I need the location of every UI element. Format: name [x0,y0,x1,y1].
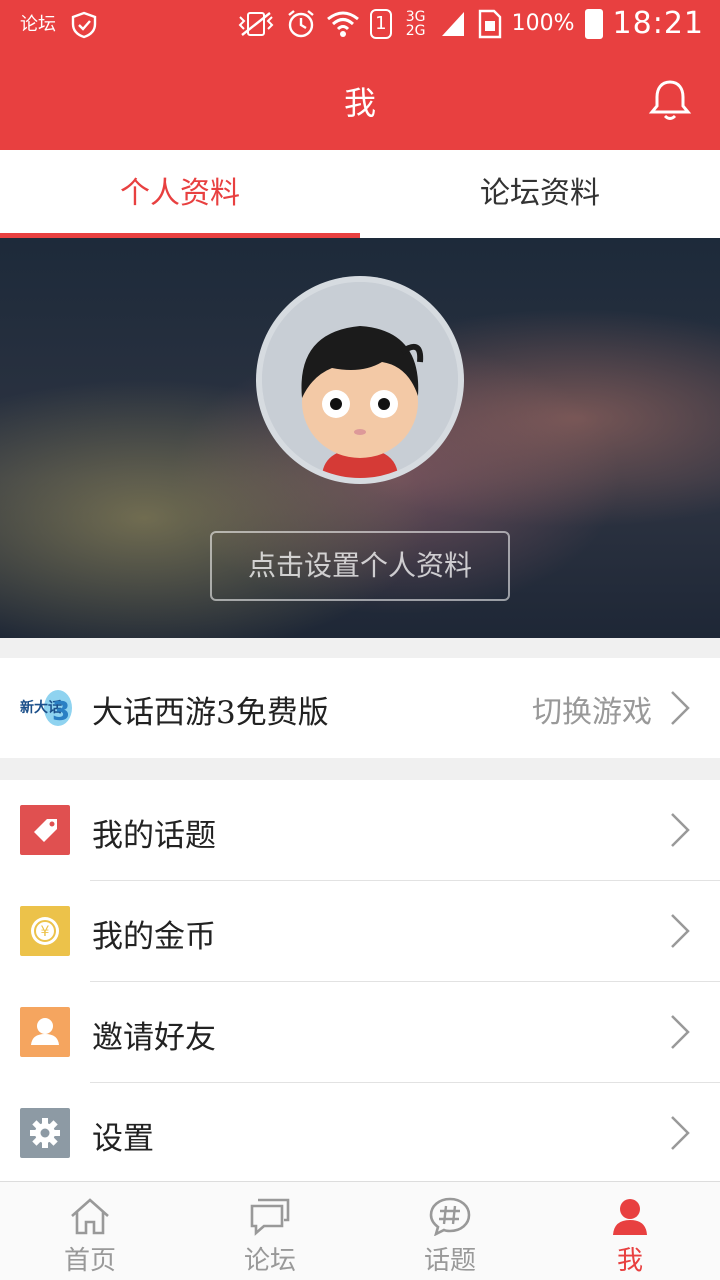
sim-badge: 1 [370,8,392,39]
profile-hero: 点击设置个人资料 [0,238,720,638]
set-profile-button[interactable]: 点击设置个人资料 [210,531,510,601]
alarm-icon [288,9,314,37]
avatar-cartoon-image [262,282,458,478]
avatar[interactable] [256,276,464,484]
hashtag-icon [429,1197,471,1236]
chevron-right-icon [671,1116,690,1150]
bottom-nav: 首页 论坛 话题 我 [0,1181,720,1280]
forum-app-status-icon: 论坛 [20,14,56,35]
user-icon [613,1199,647,1235]
menu-list: 我的话题 ¥ 我的金币 邀请好友 设置 [0,780,720,1184]
nav-home[interactable]: 首页 [0,1182,180,1280]
game-logo-icon: 新大话 3 [20,690,72,727]
battery-percent: 100% [511,11,575,36]
home-icon [71,1198,109,1235]
menu-label: 我的金币 [92,919,216,955]
svg-text:¥: ¥ [41,924,50,940]
menu-item-my-coins[interactable]: ¥ 我的金币 [0,881,720,982]
menu-item-invite-friends[interactable]: 邀请好友 [0,982,720,1083]
profile-tabs: 个人资料 论坛资料 [0,150,720,238]
network-type-label: 3G 2G [405,8,426,39]
nav-label: 首页 [63,1246,116,1276]
nav-forum[interactable]: 论坛 [180,1182,360,1280]
status-time: 18:21 [612,6,704,41]
chevron-right-icon [671,1015,690,1049]
sim-card-icon [478,9,501,38]
svg-text:3: 3 [52,697,70,727]
menu-label: 设置 [92,1121,154,1157]
nav-topics[interactable]: 话题 [360,1182,540,1280]
menu-item-settings[interactable]: 设置 [0,1083,720,1184]
invite-user-icon [20,1007,70,1057]
signal-icon [441,11,464,36]
chevron-right-icon [671,691,690,725]
nav-label: 话题 [423,1246,476,1276]
battery-icon [584,8,603,39]
gear-icon [20,1108,70,1158]
tab-personal-info[interactable]: 个人资料 [0,150,360,238]
vibrate-mute-icon [238,11,274,36]
status-bar-right: 1 3G 2G 100% 18:21 [236,6,704,41]
status-bar-left: 论坛 [20,8,98,42]
nav-me[interactable]: 我 [540,1182,720,1280]
shield-status-icon [71,11,97,39]
notification-bell-icon[interactable] [646,76,694,124]
tag-icon [20,805,70,855]
coin-icon: ¥ [20,906,70,956]
chevron-right-icon [671,914,690,948]
menu-label: 邀请好友 [92,1020,216,1056]
nav-label: 论坛 [243,1246,296,1276]
game-selector-row[interactable]: 新大话 3 大话西游3免费版 切换游戏 [0,658,720,758]
page-title: 我 [343,84,376,122]
app-header: 我 [0,50,720,150]
nav-label: 我 [616,1246,643,1276]
chevron-right-icon [671,813,690,847]
wifi-icon [327,11,360,37]
status-bar: 论坛 1 3G 2G 100% 18:21 [0,0,720,50]
switch-game-label[interactable]: 切换游戏 [532,687,652,731]
menu-label: 我的话题 [92,818,216,854]
menu-item-my-topics[interactable]: 我的话题 [0,780,720,881]
tab-forum-info[interactable]: 论坛资料 [360,150,720,238]
forum-icon [250,1198,290,1236]
game-name: 大话西游3免费版 [92,695,329,731]
